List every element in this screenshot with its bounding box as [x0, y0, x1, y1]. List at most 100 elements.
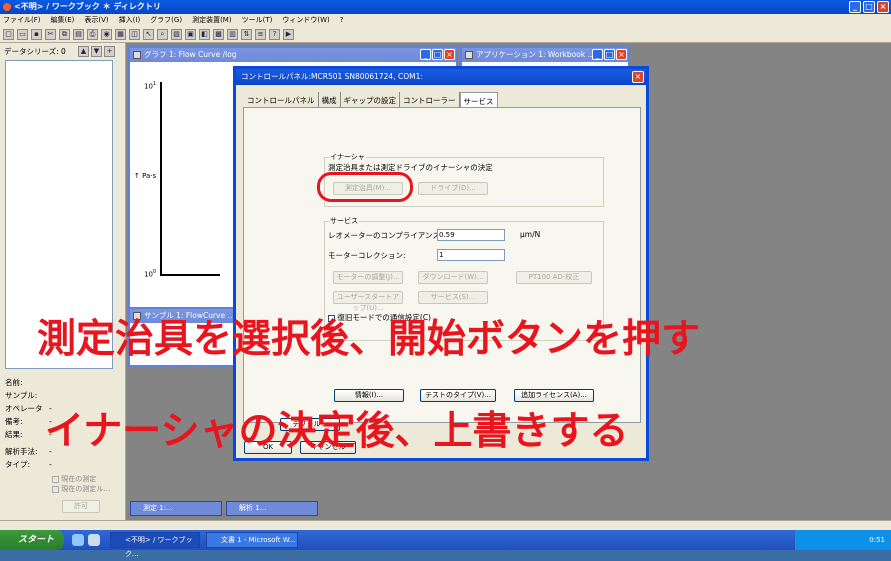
- app-title: <不明> / ワークブック ＊ ディレクトリ: [14, 2, 161, 11]
- y-tick-bottom-base: 10: [144, 270, 153, 279]
- graph-max-button[interactable]: □: [432, 49, 443, 60]
- save-icon[interactable]: ▪: [31, 29, 42, 40]
- chart-icon[interactable]: ▨: [171, 29, 182, 40]
- series-add-icon[interactable]: +: [104, 46, 115, 57]
- current-measure-2-label: 現在の測定ル…: [61, 485, 111, 493]
- motor-label: モーターコレクション:: [328, 251, 406, 260]
- menu-help[interactable]: ?: [340, 14, 344, 27]
- play-icon[interactable]: ▶: [283, 29, 294, 40]
- copy-icon[interactable]: ⧉: [59, 29, 70, 40]
- image-icon[interactable]: ▩: [213, 29, 224, 40]
- annotation-line-1: 測定治具を選択後、開始ボタンを押す: [37, 317, 701, 362]
- motor-adjust-button[interactable]: モーターの調整(J)...: [333, 271, 403, 284]
- dialog-title-bar: コントロールパネル:MCR501 SN80061724, COM1: ×: [236, 69, 646, 85]
- status-bar: [0, 520, 891, 530]
- bars-icon[interactable]: ▥: [227, 29, 238, 40]
- graph-window-title-text: グラフ 1: Flow Curve /log: [144, 50, 237, 59]
- app-window-icon: [465, 51, 473, 59]
- task-word-label: 文書 1 - Microsoft W...: [221, 536, 296, 544]
- minimize-button[interactable]: _: [849, 1, 861, 13]
- y-tick-top-exp: 1: [152, 81, 157, 87]
- graph-window-icon: [133, 51, 141, 59]
- service-tab-panel: イナーシャ 測定治具または測定ドライブのイナーシャの決定 測定治具(M)... …: [243, 107, 641, 423]
- app-icon: [3, 3, 11, 11]
- task-word[interactable]: 文書 1 - Microsoft W...: [206, 532, 298, 548]
- inertia-group: イナーシャ 測定治具または測定ドライブのイナーシャの決定 測定治具(M)... …: [317, 152, 604, 207]
- app-title-bar: <不明> / ワークブック ＊ ディレクトリ _ □ ×: [0, 0, 891, 14]
- current-measure-checkbox[interactable]: [52, 475, 59, 483]
- help-icon[interactable]: ?: [269, 29, 280, 40]
- zoom-icon[interactable]: ⌕: [157, 29, 168, 40]
- menu-window[interactable]: ウィンドウ(W): [282, 14, 329, 27]
- taskbar: スタート <不明> / ワークブック... 文書 1 - Microsoft W…: [0, 530, 891, 558]
- close-button[interactable]: ×: [877, 1, 889, 13]
- field-name-label: 名前:: [5, 378, 23, 387]
- compliance-label: レオメーターのコンプライアンス(E):: [328, 231, 453, 240]
- dialog-close-button[interactable]: ×: [632, 71, 644, 83]
- toolbar: ▢ ▭ ▪ ✂ ⧉ ▤ ⎙ ◉ ▦ ◫ ↖ ⌕ ▨ ▣ ◧ ▩ ▥ ⇅ ≡ ? …: [0, 27, 891, 43]
- new-icon[interactable]: ▢: [3, 29, 14, 40]
- pt100-button[interactable]: PT100 AD-校正: [516, 271, 592, 284]
- graph-min-button[interactable]: _: [420, 49, 431, 60]
- paste-icon[interactable]: ▤: [73, 29, 84, 40]
- graph-close-button[interactable]: ×: [444, 49, 455, 60]
- compliance-unit: µm/N: [520, 230, 541, 239]
- compliance-input[interactable]: 0.59: [437, 229, 505, 241]
- minimized-measure[interactable]: 測定 1:...: [130, 501, 222, 516]
- start-button[interactable]: スタート: [0, 530, 64, 550]
- inertia-group-label: イナーシャ: [329, 152, 366, 162]
- menu-instrument[interactable]: 測定装置(M): [192, 14, 232, 27]
- graph-window-title: グラフ 1: Flow Curve /log _ □ ×: [130, 48, 456, 62]
- app-max-button[interactable]: □: [604, 49, 615, 60]
- current-measure-2-checkbox[interactable]: [52, 485, 59, 493]
- open-icon[interactable]: ▭: [17, 29, 28, 40]
- system-tray: 0:51: [795, 530, 891, 550]
- app-min-button[interactable]: _: [592, 49, 603, 60]
- user-startup-button[interactable]: ユーザースタートアップ(U)...: [333, 291, 403, 312]
- panel-icon[interactable]: ◧: [199, 29, 210, 40]
- graph-icon[interactable]: ◫: [129, 29, 140, 40]
- pointer-icon[interactable]: ↖: [143, 29, 154, 40]
- service-group-label: サービス: [329, 216, 359, 226]
- print-icon[interactable]: ⎙: [87, 29, 98, 40]
- menu-file[interactable]: ファイル(F): [3, 14, 41, 27]
- series-label: データシリーズ: 0: [4, 47, 66, 56]
- preview-icon[interactable]: ◉: [101, 29, 112, 40]
- menu-graph[interactable]: グラフ(G): [150, 14, 182, 27]
- current-measure-label: 現在の測定: [61, 475, 97, 483]
- y-axis-label-text: Pa·s: [142, 172, 157, 180]
- dialog-title: コントロールパネル:MCR501 SN80061724, COM1:: [241, 72, 423, 81]
- minimized-analysis-label: 解析 1...: [239, 504, 267, 512]
- quicklaunch-desktop-icon[interactable]: [88, 534, 100, 546]
- window-icon[interactable]: ▣: [185, 29, 196, 40]
- series-down-icon[interactable]: ▼: [91, 46, 102, 57]
- quicklaunch-ie-icon[interactable]: [72, 534, 84, 546]
- menu-tools[interactable]: ツール(T): [242, 14, 273, 27]
- app-window-title-text: アプリケーション 1: Workbook ...: [476, 50, 595, 59]
- allow-button[interactable]: 許可: [62, 500, 100, 513]
- type-label: タイプ:: [5, 460, 31, 469]
- start-label: スタート: [18, 535, 55, 545]
- y-tick-bottom: 100: [144, 269, 156, 278]
- motor-input[interactable]: 1: [437, 249, 505, 261]
- menu-view[interactable]: 表示(V): [84, 14, 108, 27]
- maximize-button[interactable]: □: [863, 1, 875, 13]
- y-tick-top: 101: [144, 81, 156, 90]
- drive-button[interactable]: ドライブ(D)...: [418, 182, 488, 195]
- series-up-icon[interactable]: ▲: [78, 46, 89, 57]
- app-close-button[interactable]: ×: [616, 49, 627, 60]
- analysis-label: 解析手法:: [5, 447, 38, 456]
- measure-icon[interactable]: ≡: [255, 29, 266, 40]
- minimized-analysis[interactable]: 解析 1...: [226, 501, 318, 516]
- step-icon[interactable]: ⇅: [241, 29, 252, 40]
- annotation-line-2: イナーシャの決定後、上書きする: [45, 409, 629, 454]
- field-result-label: 結果:: [5, 430, 23, 439]
- menu-edit[interactable]: 編集(E): [51, 14, 75, 27]
- table-icon[interactable]: ▦: [115, 29, 126, 40]
- menu-insert[interactable]: 挿入(I): [119, 14, 141, 27]
- cut-icon[interactable]: ✂: [45, 29, 56, 40]
- service-button[interactable]: サービス(S)...: [418, 291, 488, 304]
- download-button[interactable]: ダウンロード(W)...: [418, 271, 488, 284]
- task-workbook[interactable]: <不明> / ワークブック...: [110, 532, 200, 558]
- field-sample-label: サンプル:: [5, 391, 38, 400]
